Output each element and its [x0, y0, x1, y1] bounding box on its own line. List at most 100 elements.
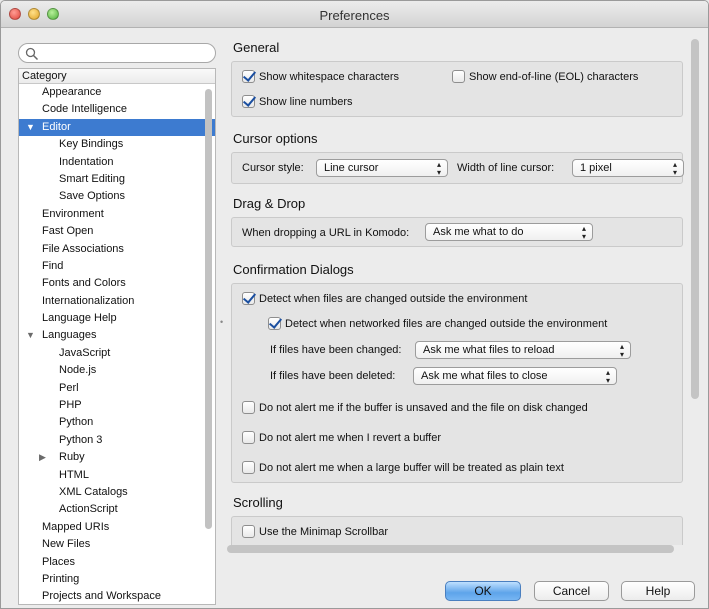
- category-item[interactable]: ▶ Ruby: [19, 449, 215, 466]
- cursor-style-value: Line cursor: [324, 162, 379, 174]
- files-deleted-select[interactable]: Ask me what files to close ▴ ▾: [413, 367, 617, 385]
- minimap-checkbox[interactable]: Use the Minimap Scrollbar: [242, 525, 388, 538]
- category-item[interactable]: Perl: [19, 380, 215, 397]
- category-item[interactable]: Fonts and Colors: [19, 275, 215, 292]
- cursor-width-label: Width of line cursor:: [457, 162, 555, 174]
- category-item[interactable]: Node.js: [19, 362, 215, 379]
- cursor-style-select[interactable]: Line cursor ▴ ▾: [316, 159, 448, 177]
- category-item[interactable]: ▼ Languages: [19, 327, 215, 344]
- content-vertical-scrollbar[interactable]: [691, 39, 699, 399]
- confirmation-dialogs-title: Confirmation Dialogs: [233, 262, 354, 277]
- category-list[interactable]: Category Appearance Code Intelligence ▼ Edi…: [18, 68, 216, 605]
- category-item-label: XML Catalogs: [59, 485, 128, 498]
- show-eol-check[interactable]: [452, 70, 465, 83]
- no-alert-large-label: Do not alert me when a large buffer will…: [259, 461, 564, 474]
- minimap-check[interactable]: [242, 525, 255, 538]
- no-alert-unsaved-check[interactable]: [242, 401, 255, 414]
- drop-url-label: When dropping a URL in Komodo:: [242, 227, 410, 239]
- category-item[interactable]: PHP: [19, 397, 215, 414]
- category-item-label: Internationalization: [42, 294, 135, 307]
- category-item-label: Save Options: [59, 190, 126, 203]
- category-item[interactable]: Places: [19, 554, 215, 571]
- no-alert-large-checkbox[interactable]: Do not alert me when a large buffer will…: [242, 461, 564, 474]
- category-item[interactable]: JavaScript: [19, 345, 215, 362]
- category-item-label: JavaScript: [59, 346, 111, 359]
- cursor-width-value: 1 pixel: [580, 162, 612, 174]
- category-item[interactable]: File Associations: [19, 241, 215, 258]
- files-deleted-label: If files have been deleted:: [270, 370, 396, 382]
- disclosure-expanded-icon[interactable]: ▼: [26, 327, 35, 344]
- category-item-label: Ruby: [59, 451, 85, 464]
- category-scrollbar[interactable]: [205, 89, 212, 529]
- no-alert-revert-label: Do not alert me when I revert a buffer: [259, 431, 441, 444]
- files-changed-select[interactable]: Ask me what files to reload ▴ ▾: [415, 341, 631, 359]
- show-eol-checkbox[interactable]: Show end-of-line (EOL) characters: [452, 70, 638, 83]
- category-item[interactable]: Save Options: [19, 188, 215, 205]
- category-item[interactable]: Key Bindings: [19, 136, 215, 153]
- updown-arrows-icon: ▴ ▾: [605, 368, 610, 385]
- scrolling-group: Use the Minimap Scrollbar: [231, 516, 683, 545]
- show-line-numbers-check[interactable]: [242, 95, 255, 108]
- no-alert-revert-check[interactable]: [242, 431, 255, 444]
- no-alert-revert-checkbox[interactable]: Do not alert me when I revert a buffer: [242, 431, 441, 444]
- search-input[interactable]: [18, 43, 216, 63]
- show-whitespace-checkbox[interactable]: Show whitespace characters: [242, 70, 399, 83]
- updown-arrows-icon: ▴ ▾: [581, 224, 586, 241]
- updown-arrows-icon: ▴ ▾: [436, 160, 441, 177]
- category-item[interactable]: Internationalization: [19, 293, 215, 310]
- cursor-width-select[interactable]: 1 pixel ▴ ▾: [572, 159, 684, 177]
- no-alert-large-check[interactable]: [242, 461, 255, 474]
- drop-url-value: Ask me what to do: [433, 226, 524, 238]
- category-item[interactable]: ActionScript: [19, 501, 215, 518]
- category-item[interactable]: Appearance: [19, 84, 215, 101]
- detect-changed-checkbox[interactable]: Detect when files are changed outside th…: [242, 292, 527, 305]
- category-item[interactable]: HTML: [19, 467, 215, 484]
- category-item[interactable]: Environment: [19, 206, 215, 223]
- category-item-label: Appearance: [42, 86, 102, 98]
- category-item-label: Places: [42, 555, 76, 568]
- category-item[interactable]: Smart Editing: [19, 171, 215, 188]
- category-item[interactable]: Python: [19, 414, 215, 431]
- window-title: Preferences: [319, 8, 390, 23]
- disclosure-expanded-icon[interactable]: ▼: [26, 119, 35, 136]
- help-button[interactable]: Help: [621, 581, 695, 601]
- general-title: General: [233, 40, 280, 55]
- category-item[interactable]: ▼ Editor: [19, 118, 215, 137]
- show-line-numbers-label: Show line numbers: [259, 95, 353, 108]
- detect-changed-check[interactable]: [242, 292, 255, 305]
- category-item[interactable]: Printing: [19, 571, 215, 588]
- category-item-label: File Associations: [42, 242, 124, 255]
- category-item-label: Fonts and Colors: [42, 277, 126, 290]
- category-item[interactable]: Indentation: [19, 154, 215, 171]
- category-item-label: Environment: [42, 207, 104, 220]
- detect-networked-check[interactable]: [268, 317, 281, 330]
- updown-arrows-icon: ▴ ▾: [672, 160, 677, 177]
- category-item[interactable]: Mapped URIs: [19, 519, 215, 536]
- category-item-label: Editor: [42, 120, 71, 133]
- content-horizontal-scrollbar[interactable]: [227, 545, 674, 553]
- category-item[interactable]: XML Catalogs: [19, 484, 215, 501]
- cursor-options-title: Cursor options: [233, 131, 318, 146]
- category-item-label: Indentation: [59, 155, 114, 168]
- show-whitespace-check[interactable]: [242, 70, 255, 83]
- drag-drop-title: Drag & Drop: [233, 196, 306, 211]
- category-tree: Appearance Code Intelligence ▼ Editor Key Bi…: [19, 84, 215, 604]
- category-item-label: Printing: [42, 572, 80, 585]
- ok-button[interactable]: OK: [445, 581, 521, 601]
- show-line-numbers-checkbox[interactable]: Show line numbers: [242, 95, 353, 108]
- no-alert-unsaved-checkbox[interactable]: Do not alert me if the buffer is unsaved…: [242, 401, 588, 414]
- cancel-button[interactable]: Cancel: [534, 581, 609, 601]
- category-item[interactable]: Projects and Workspace: [19, 588, 215, 604]
- category-item[interactable]: Language Help: [19, 310, 215, 327]
- category-item[interactable]: New Files: [19, 536, 215, 553]
- category-item[interactable]: Find: [19, 258, 215, 275]
- drop-url-select[interactable]: Ask me what to do ▴ ▾: [425, 223, 593, 241]
- preferences-window: Preferences Category Appearance Code Inte…: [0, 0, 709, 609]
- category-item[interactable]: Python 3: [19, 432, 215, 449]
- category-item-label: Node.js: [59, 364, 97, 377]
- category-item[interactable]: Fast Open: [19, 223, 215, 240]
- category-item[interactable]: Code Intelligence: [19, 101, 215, 118]
- disclosure-collapsed-icon[interactable]: ▶: [39, 449, 46, 466]
- detect-networked-checkbox[interactable]: Detect when networked files are changed …: [268, 317, 607, 330]
- splitter-handle[interactable]: •: [220, 317, 223, 327]
